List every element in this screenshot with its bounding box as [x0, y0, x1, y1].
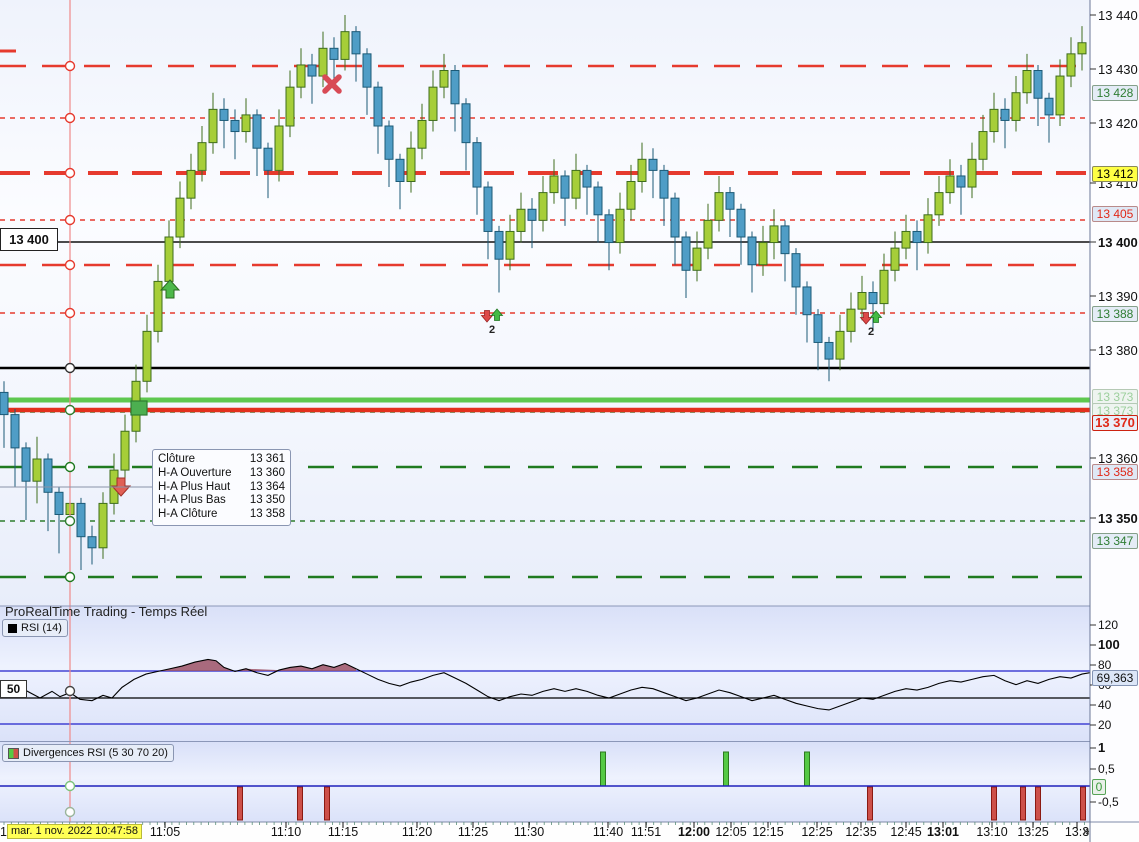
divergence-bar: [324, 786, 330, 821]
divergence-bar: [297, 786, 303, 821]
price-tick-label: 13 350: [1098, 511, 1138, 526]
marker-count: 2: [489, 324, 495, 336]
divergence-tick-label: 1: [1098, 740, 1106, 755]
rsi-current-value: 69,363: [1092, 670, 1138, 686]
tooltip-value: 13 360: [249, 466, 285, 479]
rsi-tick-label: 40: [1098, 698, 1112, 712]
tooltip-label: H-A Ouverture: [158, 466, 232, 479]
price-tick-label: 13 430: [1098, 62, 1138, 77]
price-tick-label: 13 400: [1098, 235, 1138, 250]
crosshair-node: [64, 685, 76, 697]
divergence-tick-label: -0,5: [1098, 795, 1119, 809]
time-tick-label: 12:25: [801, 825, 833, 839]
time-tick-label: 11:51: [630, 825, 662, 839]
tooltip-value: 13 358: [249, 508, 285, 521]
time-tick-label: 11:25: [457, 825, 489, 839]
divergence-bar: [867, 786, 873, 821]
position-square-icon: [130, 400, 148, 416]
time-tick-label: 13:10: [976, 825, 1008, 839]
divergence-bar: [804, 751, 810, 787]
time-tick-label: 11:05: [149, 825, 181, 839]
crosshair-node: [64, 167, 76, 179]
divergence-bar: [237, 786, 243, 821]
divergence-tick-label: 0,5: [1098, 762, 1115, 776]
rsi-tick-label: 120: [1098, 618, 1119, 632]
divergence-bar: [600, 751, 606, 787]
crosshair-node: [64, 112, 76, 124]
rsi-tick-label: 20: [1098, 718, 1112, 732]
time-tick-label: 11:20: [401, 825, 433, 839]
time-tick-label: 12:15: [752, 825, 784, 839]
price-alert-box: 13 405: [1092, 206, 1138, 222]
tooltip-label: H-A Clôture: [158, 508, 218, 521]
divergences-legend-icon: [8, 747, 19, 759]
rsi-midline-label: 50: [0, 680, 27, 698]
tooltip-label: H-A Plus Haut: [158, 480, 231, 493]
divergence-bar: [1020, 786, 1026, 821]
cursor-date-label[interactable]: mar. 1 nov. 2022 10:47:58: [7, 824, 142, 839]
time-tick-label: 11:10: [270, 825, 302, 839]
time-tick-label: 13:25: [1017, 825, 1049, 839]
tooltip-label: Clôture: [158, 453, 196, 465]
price-tick-label: 13 380: [1098, 343, 1138, 358]
price-alert-box: 13 388: [1092, 306, 1138, 322]
time-axis-prefix: 1: [0, 825, 7, 839]
crosshair-node: [64, 307, 76, 319]
rsi-legend-label: RSI (14): [21, 622, 62, 634]
trading-app: 22 13 400 13 440 13 430 13 420 13 410 13 400…: [0, 0, 1139, 842]
time-tick-label: 12:45: [890, 825, 922, 839]
chart-canvas[interactable]: 22: [0, 0, 1139, 842]
divergence-bar: [723, 751, 729, 787]
crosshair-node: [64, 461, 76, 473]
crosshair-node: [64, 515, 76, 527]
crosshair-node: [64, 362, 76, 374]
divergence-zero-label: 0: [1092, 779, 1106, 795]
tooltip-value: 13 361: [249, 453, 285, 465]
scroll-right-button[interactable]: »: [1078, 823, 1094, 839]
marker-count: 2: [868, 326, 874, 338]
price-tick-label: 13 390: [1098, 289, 1138, 304]
time-tick-label: 12:05: [715, 825, 747, 839]
crosshair-node: [64, 214, 76, 226]
price-alert-box: 13 428: [1092, 85, 1138, 101]
tooltip-label: H-A Plus Bas: [158, 494, 226, 507]
rsi-tick-label: 100: [1098, 637, 1120, 652]
divergence-bar: [991, 786, 997, 821]
rsi-indicator-legend[interactable]: RSI (14): [2, 619, 68, 637]
price-alert-box: 13 370: [1092, 415, 1138, 431]
price-tick-label: 13 440: [1098, 8, 1138, 23]
divergence-bar: [1080, 786, 1086, 821]
price-alert-box: 13 358: [1092, 464, 1138, 480]
divergences-legend-label: Divergences RSI (5 30 70 20): [23, 747, 168, 759]
data-tooltip: Clôture 13 361 H-A Ouverture 13 360 H-A Pl…: [152, 449, 291, 526]
time-tick-label: 12:00: [678, 825, 710, 839]
time-tick-label: 11:30: [513, 825, 545, 839]
rsi-legend-icon: [8, 623, 17, 633]
time-tick-label: 11:15: [327, 825, 359, 839]
divergence-bar: [1035, 786, 1041, 821]
price-alert-box: 13 412: [1092, 166, 1138, 182]
crosshair-node: [64, 780, 76, 792]
divergences-indicator-legend[interactable]: Divergences RSI (5 30 70 20): [2, 744, 174, 762]
time-tick-label: 11:40: [592, 825, 624, 839]
price-tick-label: 13 420: [1098, 116, 1138, 131]
tooltip-value: 13 364: [249, 480, 285, 493]
price-alert-box: 13 347: [1092, 533, 1138, 549]
platform-watermark: ProRealTime Trading - Temps Réel: [5, 604, 208, 619]
time-tick-label: 12:35: [845, 825, 877, 839]
crosshair-node: [64, 571, 76, 583]
tooltip-value: 13 350: [249, 494, 285, 507]
crosshair-node: [64, 60, 76, 72]
crosshair-node: [64, 259, 76, 271]
left-price-label: 13 400: [0, 228, 58, 251]
crosshair-node: [64, 404, 76, 416]
crosshair-node: [64, 806, 76, 818]
time-tick-label: 13:01: [927, 825, 959, 839]
